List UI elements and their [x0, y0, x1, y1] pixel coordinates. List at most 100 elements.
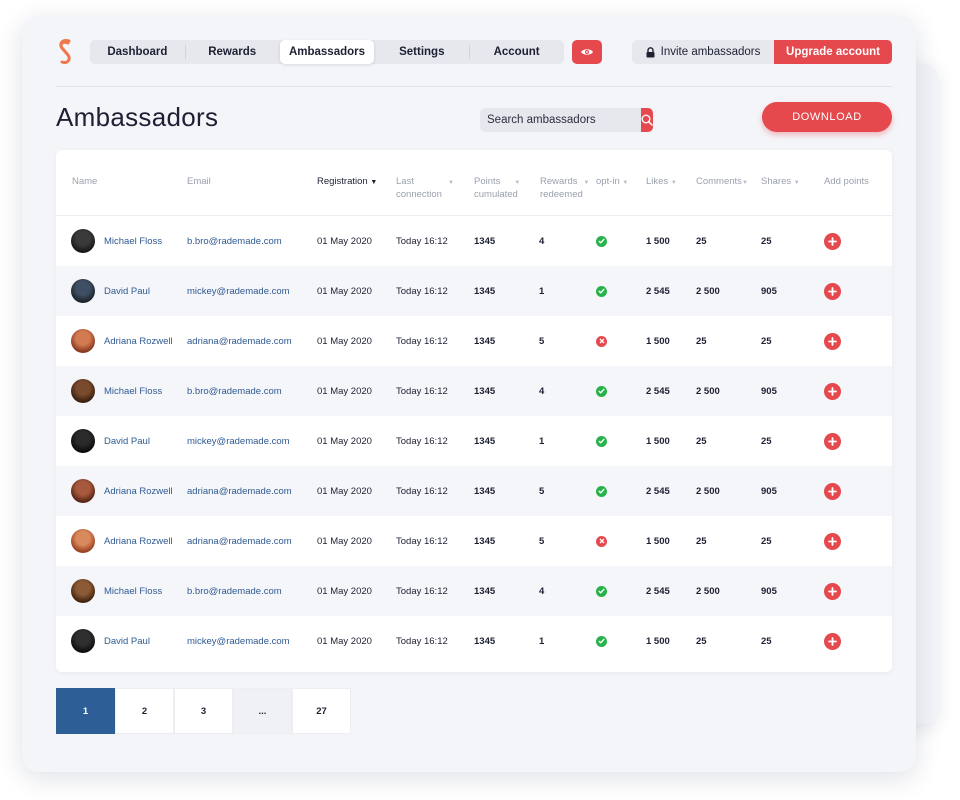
add-points-button[interactable]: [824, 232, 841, 250]
avatar[interactable]: [71, 329, 95, 353]
add-points-cell: [824, 366, 841, 416]
page-button[interactable]: 1: [56, 688, 115, 734]
ambassador-name[interactable]: Michael Floss: [104, 366, 162, 416]
ambassador-email[interactable]: adriana@rademade.com: [187, 516, 292, 566]
avatar[interactable]: [71, 479, 95, 503]
eye-icon: [581, 49, 593, 55]
sort-icon: ▼: [741, 180, 748, 186]
main-nav: Dashboard Rewards Ambassadors Settings A…: [90, 40, 564, 64]
sort-icon: ▼: [447, 180, 454, 186]
ambassador-email[interactable]: adriana@rademade.com: [187, 466, 292, 516]
avatar[interactable]: [71, 579, 95, 603]
avatar[interactable]: [71, 429, 95, 453]
nav-ambassadors[interactable]: Ambassadors: [279, 40, 375, 64]
ambassador-name[interactable]: David Paul: [104, 416, 150, 466]
ambassador-email[interactable]: mickey@rademade.com: [187, 266, 290, 316]
check-circle-icon: [596, 585, 607, 597]
plus-icon: [828, 286, 837, 296]
table-row[interactable]: David Paul mickey@rademade.com 01 May 2020…: [56, 266, 892, 316]
ambassador-name[interactable]: Michael Floss: [104, 216, 162, 266]
last-connection: Today 16:12: [396, 385, 448, 397]
nav-settings[interactable]: Settings: [374, 40, 469, 64]
avatar[interactable]: [71, 279, 95, 303]
shares-count: 905: [761, 385, 777, 397]
rewards-redeemed: 1: [539, 285, 545, 297]
header-optin[interactable]: opt-in ▼: [596, 176, 628, 189]
registration-date: 01 May 2020: [317, 635, 372, 647]
points-cumulated: 1345: [474, 535, 496, 547]
registration-date: 01 May 2020: [317, 335, 372, 347]
add-points-button[interactable]: [824, 532, 841, 550]
comments-count: 25: [696, 335, 707, 347]
table-row[interactable]: Michael Floss b.bro@rademade.com 01 May 20…: [56, 216, 892, 266]
header-last-connection[interactable]: Last ▼ connection: [396, 176, 454, 200]
avatar[interactable]: [71, 529, 95, 553]
search-input[interactable]: [480, 108, 641, 132]
likes-count: 1 500: [646, 235, 670, 247]
header-registration[interactable]: Registration ▼: [317, 176, 377, 188]
last-connection: Today 16:12: [396, 235, 448, 247]
add-points-button[interactable]: [824, 632, 841, 650]
ambassador-email[interactable]: adriana@rademade.com: [187, 316, 292, 366]
invite-label: Invite ambassadors: [660, 46, 761, 58]
add-points-button[interactable]: [824, 482, 841, 500]
ambassador-email[interactable]: b.bro@rademade.com: [187, 366, 282, 416]
points-cumulated: 1345: [474, 335, 496, 347]
header-likes[interactable]: Likes ▼: [646, 176, 677, 189]
points-cumulated: 1345: [474, 635, 496, 647]
table-row[interactable]: Michael Floss b.bro@rademade.com 01 May 20…: [56, 366, 892, 416]
avatar[interactable]: [71, 629, 95, 653]
header-email[interactable]: Email: [187, 176, 211, 187]
search-button[interactable]: [641, 108, 653, 132]
add-points-button[interactable]: [824, 332, 841, 350]
ambassador-name[interactable]: David Paul: [104, 266, 150, 316]
add-points-cell: [824, 216, 841, 266]
page-button[interactable]: 27: [292, 688, 351, 734]
ambassador-email[interactable]: mickey@rademade.com: [187, 616, 290, 666]
ambassador-email[interactable]: b.bro@rademade.com: [187, 216, 282, 266]
add-points-button[interactable]: [824, 382, 841, 400]
ambassador-name[interactable]: Adriana Rozwell: [104, 516, 173, 566]
header-points[interactable]: Points ▼ cumulated: [474, 176, 520, 200]
table-row[interactable]: David Paul mickey@rademade.com 01 May 2020…: [56, 616, 892, 666]
ambassador-name[interactable]: David Paul: [104, 616, 150, 666]
table-row[interactable]: David Paul mickey@rademade.com 01 May 2020…: [56, 416, 892, 466]
ambassador-name[interactable]: Michael Floss: [104, 566, 162, 616]
page-button[interactable]: 3: [174, 688, 233, 734]
invite-ambassadors-button[interactable]: Invite ambassadors: [632, 40, 774, 64]
avatar[interactable]: [71, 229, 95, 253]
nav-account[interactable]: Account: [469, 40, 564, 64]
table-row[interactable]: Adriana Rozwell adriana@rademade.com 01 Ma…: [56, 316, 892, 366]
likes-count: 2 545: [646, 485, 670, 497]
table-row[interactable]: Adriana Rozwell adriana@rademade.com 01 Ma…: [56, 466, 892, 516]
page-button[interactable]: 2: [115, 688, 174, 734]
brand-logo-icon[interactable]: [56, 38, 74, 66]
preview-button[interactable]: [572, 40, 602, 64]
table-row[interactable]: Michael Floss b.bro@rademade.com 01 May 20…: [56, 566, 892, 616]
plus-icon: [828, 486, 837, 496]
add-points-button[interactable]: [824, 582, 841, 600]
shares-count: 25: [761, 635, 772, 647]
header-comments[interactable]: Comments▼: [696, 176, 748, 189]
add-points-button[interactable]: [824, 282, 841, 300]
download-button[interactable]: DOWNLOAD: [762, 102, 892, 132]
nav-dashboard[interactable]: Dashboard: [90, 40, 185, 64]
header-last-connection-line1: Last: [396, 176, 414, 187]
likes-count: 2 545: [646, 385, 670, 397]
avatar[interactable]: [71, 379, 95, 403]
ambassador-email[interactable]: mickey@rademade.com: [187, 416, 290, 466]
ambassador-name[interactable]: Adriana Rozwell: [104, 316, 173, 366]
comments-count: 25: [696, 535, 707, 547]
add-points-button[interactable]: [824, 432, 841, 450]
header-shares[interactable]: Shares ▼: [761, 176, 800, 189]
ambassador-name[interactable]: Adriana Rozwell: [104, 466, 173, 516]
last-connection: Today 16:12: [396, 485, 448, 497]
ambassador-email[interactable]: b.bro@rademade.com: [187, 566, 282, 616]
header-name[interactable]: Name: [72, 176, 97, 187]
nav-rewards[interactable]: Rewards: [184, 40, 280, 64]
points-cumulated: 1345: [474, 485, 496, 497]
last-connection: Today 16:12: [396, 585, 448, 597]
table-row[interactable]: Adriana Rozwell adriana@rademade.com 01 Ma…: [56, 516, 892, 566]
header-rewards[interactable]: Rewards ▼ redeemed: [540, 176, 589, 200]
upgrade-account-button[interactable]: Upgrade account: [774, 40, 892, 64]
